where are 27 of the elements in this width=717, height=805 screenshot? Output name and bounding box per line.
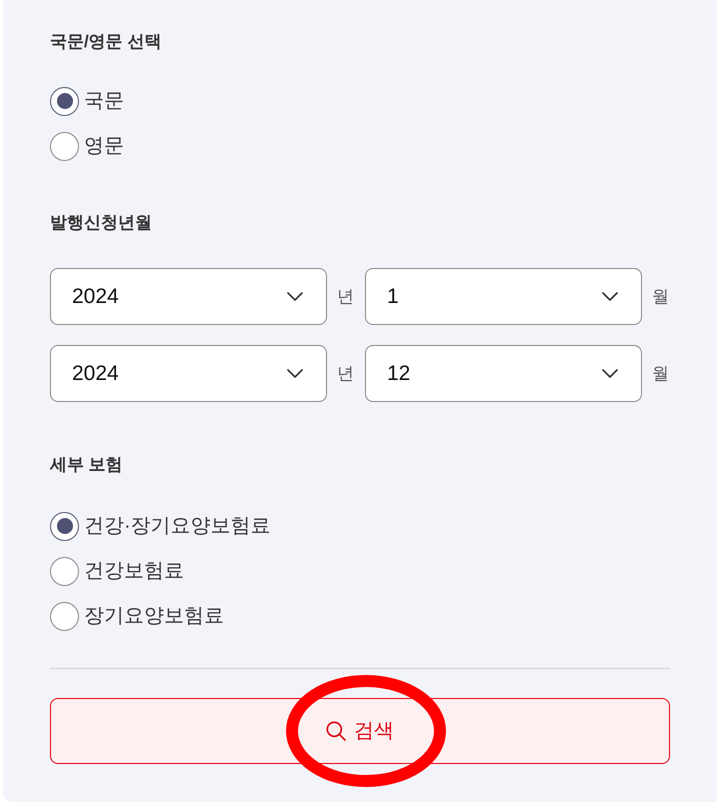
year-select[interactable]: 2024 xyxy=(50,268,327,325)
radio-label[interactable]: 영문 xyxy=(84,132,124,160)
section-title: 발행신청년월 xyxy=(50,212,153,234)
chevron-down-icon xyxy=(602,292,618,301)
month-select[interactable]: 12 xyxy=(365,345,642,402)
chevron-down-icon xyxy=(287,292,303,301)
radio-button[interactable] xyxy=(50,132,79,160)
radio-button[interactable] xyxy=(50,86,79,116)
radio-button[interactable] xyxy=(50,602,79,630)
radio-button[interactable] xyxy=(50,512,79,540)
radio-button[interactable] xyxy=(50,556,79,586)
year-select[interactable]: 2024 xyxy=(50,345,327,402)
month-select[interactable]: 1 xyxy=(365,268,642,325)
chevron-down-icon xyxy=(287,369,303,378)
search-icon xyxy=(326,721,346,741)
search-button[interactable]: 검색 xyxy=(50,698,670,764)
chevron-down-icon xyxy=(602,369,618,378)
unit-label: 월 xyxy=(652,286,670,308)
section-title: 세부 보험 xyxy=(50,454,124,476)
unit-label: 년 xyxy=(337,286,355,308)
section-title: 국문/영문 선택 xyxy=(50,31,162,53)
unit-label: 월 xyxy=(652,362,670,385)
radio-label[interactable]: 건강·장기요양보험료 xyxy=(84,512,271,540)
radio-label[interactable]: 장기요양보험료 xyxy=(84,602,224,630)
radio-label[interactable]: 건강보험료 xyxy=(84,557,184,585)
unit-label: 년 xyxy=(337,362,355,385)
radio-label[interactable]: 국문 xyxy=(84,87,124,115)
